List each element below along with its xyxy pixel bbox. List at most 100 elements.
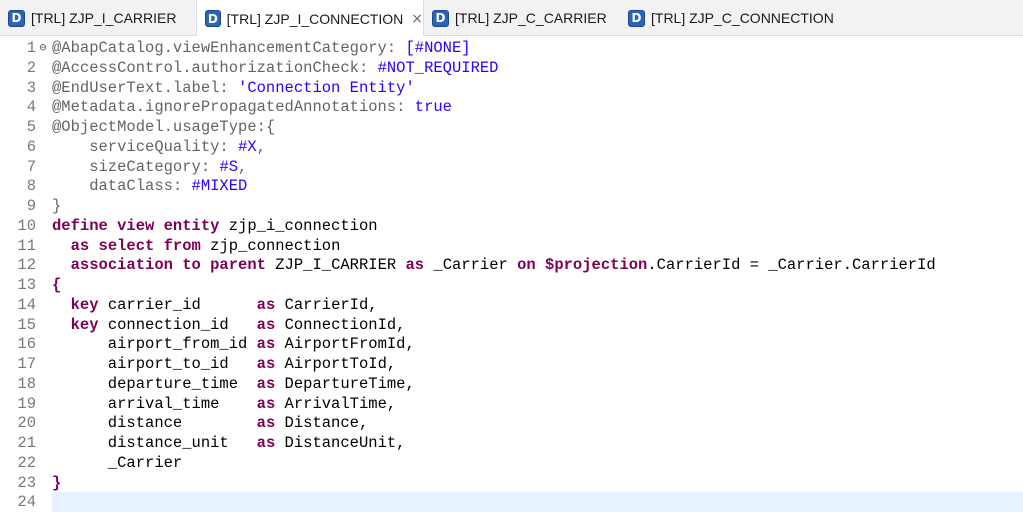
tab-label: [TRL] ZJP_C_CARRIER — [455, 10, 607, 26]
code-token: zjp_connection — [200, 236, 341, 255]
fold-collapse-icon[interactable]: ⊖ — [36, 38, 50, 58]
code-line[interactable]: 17 airport_to_id as AirportToId, — [0, 354, 1023, 374]
line-number: 7 — [26, 157, 36, 176]
code-token: as — [256, 355, 276, 373]
ddl-source-icon: D — [8, 9, 25, 27]
code-line[interactable]: 10 define view entity zjp_i_connection — [0, 216, 1023, 236]
code-text: airport_to_id as AirportToId, — [52, 354, 396, 374]
code-token: @Metadata.ignorePropagatedAnnotations: — [52, 98, 415, 117]
line-number: 11 — [17, 236, 36, 255]
tab-label: [TRL] ZJP_I_CONNECTION — [226, 10, 404, 27]
code-text: association to parent ZJP_I_CARRIER as _… — [52, 255, 936, 275]
code-text: @Metadata.ignorePropagatedAnnotations: t… — [52, 97, 452, 117]
code-line[interactable]: 1 ⊖ @AbapCatalog.viewEnhancementCategory: … — [0, 38, 1023, 58]
tab-label: [TRL] ZJP_I_CARRIER — [31, 10, 177, 26]
code-line[interactable]: 18 departure_time as DepartureTime, — [0, 374, 1023, 394]
code-token: @AccessControl.authorizationCheck: — [52, 58, 378, 77]
line-number: 14 — [17, 295, 36, 314]
ddl-source-icon: D — [432, 9, 449, 27]
code-line[interactable]: 24 — [0, 492, 1023, 512]
ddl-source-icon: D — [628, 9, 645, 27]
code-token: AirportFromId, — [275, 335, 415, 354]
code-line[interactable]: 2 @AccessControl.authorizationCheck: #NOT… — [0, 58, 1023, 78]
code-line[interactable]: 15 key connection_id as ConnectionId, — [0, 315, 1023, 335]
tab-zjp-i-carrier[interactable]: D [TRL] ZJP_I_CARRIER — [0, 0, 196, 36]
code-text: } — [52, 473, 61, 493]
code-line[interactable]: 21 distance_unit as DistanceUnit, — [0, 433, 1023, 453]
code-line[interactable]: 22 _Carrier — [0, 453, 1023, 473]
line-number: 2 — [26, 58, 36, 77]
line-number: 15 — [17, 315, 36, 334]
line-number: 6 — [26, 137, 36, 156]
code-token: define view entity — [52, 216, 220, 235]
code-token: [#NONE] — [405, 39, 471, 57]
code-text: serviceQuality: #X, — [52, 137, 266, 157]
code-token: .CarrierId = _Carrier.CarrierId — [647, 256, 936, 275]
code-token: key — [70, 295, 99, 314]
code-token: @ObjectModel.usageType:{ — [52, 118, 276, 136]
code-token: dataClass: — [52, 177, 192, 196]
code-token: departure_time — [52, 374, 257, 393]
code-line[interactable]: 19 arrival_time as ArrivalTime, — [0, 394, 1023, 414]
line-number: 1 — [26, 39, 36, 57]
code-text: define view entity zjp_i_connection — [52, 216, 378, 236]
code-token: sizeCategory: — [52, 157, 220, 176]
code-token: $projection — [545, 256, 648, 275]
code-token: @AbapCatalog.viewEnhancementCategory: — [52, 39, 406, 57]
code-token: as — [405, 256, 425, 275]
code-token: connection_id — [98, 315, 257, 334]
editor-tab-bar: D [TRL] ZJP_I_CARRIER D [TRL] ZJP_I_CONN… — [0, 0, 1023, 37]
code-text: { — [52, 275, 61, 295]
tab-zjp-c-carrier[interactable]: D [TRL] ZJP_C_CARRIER — [424, 0, 620, 36]
code-token: _Carrier — [52, 453, 183, 472]
tab-zjp-i-connection[interactable]: D [TRL] ZJP_I_CONNECTION × — [196, 0, 424, 37]
code-line[interactable]: 14 key carrier_id as CarrierId, — [0, 295, 1023, 315]
code-text: sizeCategory: #S, — [52, 157, 247, 177]
code-text: @EndUserText.label: 'Connection Entity' — [52, 78, 415, 98]
code-line[interactable]: 3 @EndUserText.label: 'Connection Entity' — [0, 78, 1023, 98]
code-token: airport_from_id — [52, 335, 257, 354]
code-text: as select from zjp_connection — [52, 236, 341, 256]
code-token: carrier_id — [98, 295, 257, 314]
code-text: _Carrier — [52, 453, 182, 473]
code-token: as — [256, 374, 276, 393]
code-token: as — [256, 394, 276, 413]
code-token: as — [256, 414, 276, 433]
code-line[interactable]: 13 { — [0, 275, 1023, 295]
code-editor[interactable]: 1 ⊖ @AbapCatalog.viewEnhancementCategory: … — [0, 36, 1023, 520]
code-line[interactable]: 4 @Metadata.ignorePropagatedAnnotations: … — [0, 97, 1023, 117]
code-token: as — [256, 315, 276, 334]
code-line[interactable]: 6 serviceQuality: #X, — [0, 137, 1023, 157]
code-line[interactable]: 12 association to parent ZJP_I_CARRIER a… — [0, 255, 1023, 275]
code-text: key connection_id as ConnectionId, — [52, 315, 406, 335]
code-token: on — [517, 256, 536, 275]
tab-zjp-c-connection[interactable]: D [TRL] ZJP_C_CONNECTION — [620, 0, 850, 36]
line-number: 18 — [17, 374, 36, 393]
code-line[interactable]: 11 as select from zjp_connection — [0, 236, 1023, 256]
code-line[interactable]: 20 distance as Distance, — [0, 413, 1023, 433]
code-line[interactable]: 9} — [0, 196, 1023, 216]
line-number: 23 — [17, 473, 36, 492]
close-tab-icon[interactable]: × — [411, 11, 423, 27]
code-token: distance — [52, 414, 257, 433]
line-number: 9 — [26, 197, 36, 215]
line-number: 10 — [17, 216, 36, 235]
code-line[interactable]: 16 airport_from_id as AirportFromId, — [0, 334, 1023, 354]
line-number: 13 — [17, 276, 36, 294]
code-line[interactable]: 8 dataClass: #MIXED — [0, 176, 1023, 196]
code-token: AirportToId, — [275, 355, 397, 373]
code-text: @AbapCatalog.viewEnhancementCategory: [#… — [52, 38, 471, 58]
code-line[interactable]: 5 @ObjectModel.usageType:{ — [0, 117, 1023, 137]
code-token: , — [256, 137, 266, 156]
code-line[interactable]: 7 sizeCategory: #S, — [0, 157, 1023, 177]
code-token: ZJP_I_CARRIER — [265, 256, 406, 275]
code-text: @ObjectModel.usageType:{ — [52, 117, 275, 137]
code-token: #S — [219, 157, 239, 176]
code-token: as — [256, 295, 276, 314]
code-token: ConnectionId, — [275, 315, 406, 334]
code-token: _Carrier — [424, 256, 518, 275]
code-line[interactable]: 23} — [0, 473, 1023, 493]
code-text: distance as Distance, — [52, 413, 368, 433]
